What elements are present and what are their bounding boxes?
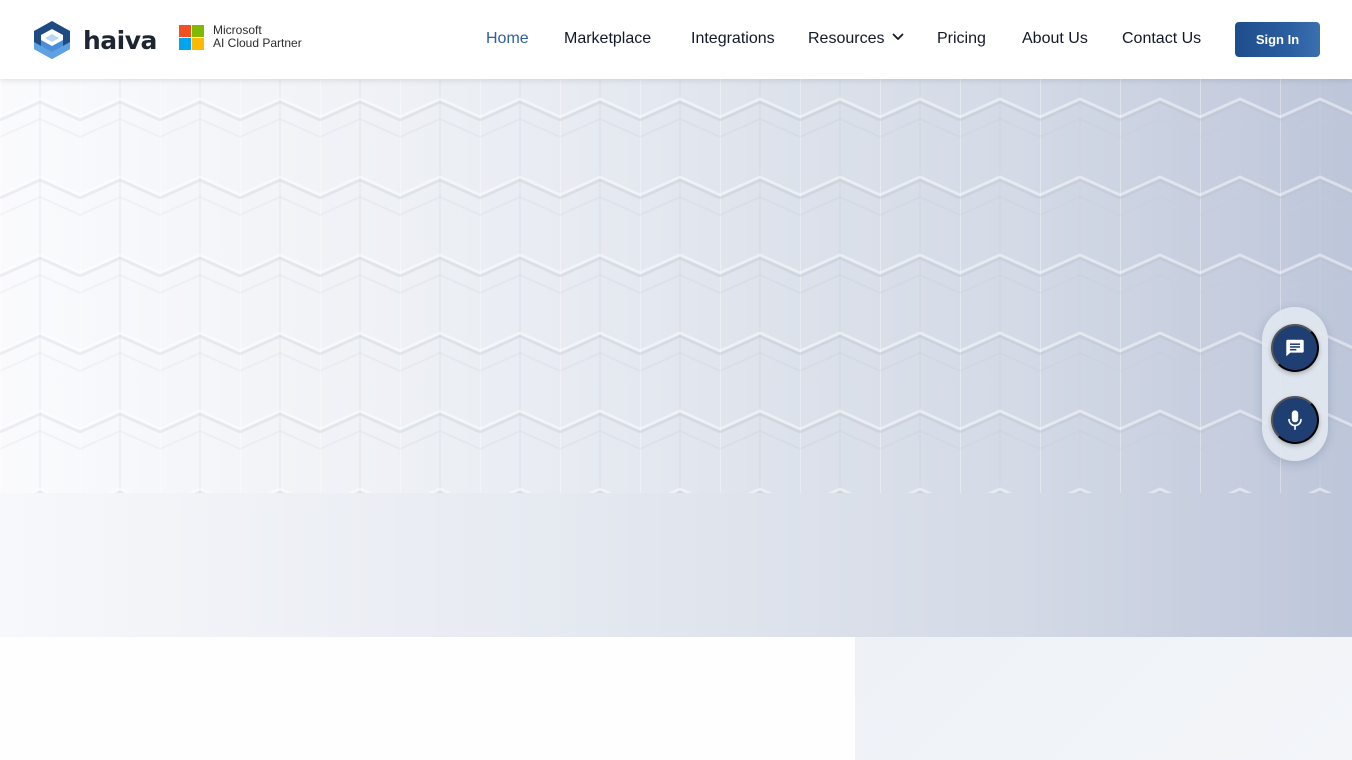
chat-button[interactable] [1271, 324, 1319, 372]
nav-integrations[interactable]: Integrations [691, 29, 775, 49]
sign-in-button[interactable]: Sign In [1235, 22, 1320, 57]
nav-home[interactable]: Home [486, 29, 529, 49]
nav-resources-label: Resources [808, 30, 885, 47]
nav-resources[interactable]: Resources [808, 29, 904, 49]
voice-button[interactable] [1271, 396, 1319, 444]
hero-background-pattern [0, 79, 1352, 493]
nav-marketplace[interactable]: Marketplace [564, 29, 651, 49]
content-section-left [0, 637, 855, 760]
microphone-icon [1288, 410, 1302, 430]
nav-pricing[interactable]: Pricing [937, 29, 986, 49]
content-section-right [855, 637, 1352, 760]
site-header: haiva Microsoft AI Cloud Partner Home Ma… [0, 0, 1352, 79]
assistant-floating-widget [1262, 307, 1328, 461]
main-navigation: Home Marketplace Integrations Resources … [0, 0, 1352, 79]
nav-contact-us[interactable]: Contact Us [1122, 29, 1201, 49]
nav-about-us[interactable]: About Us [1022, 29, 1088, 49]
chevron-down-icon [893, 33, 904, 41]
hero-section [0, 79, 1352, 637]
chat-bubble-icon [1286, 339, 1304, 357]
